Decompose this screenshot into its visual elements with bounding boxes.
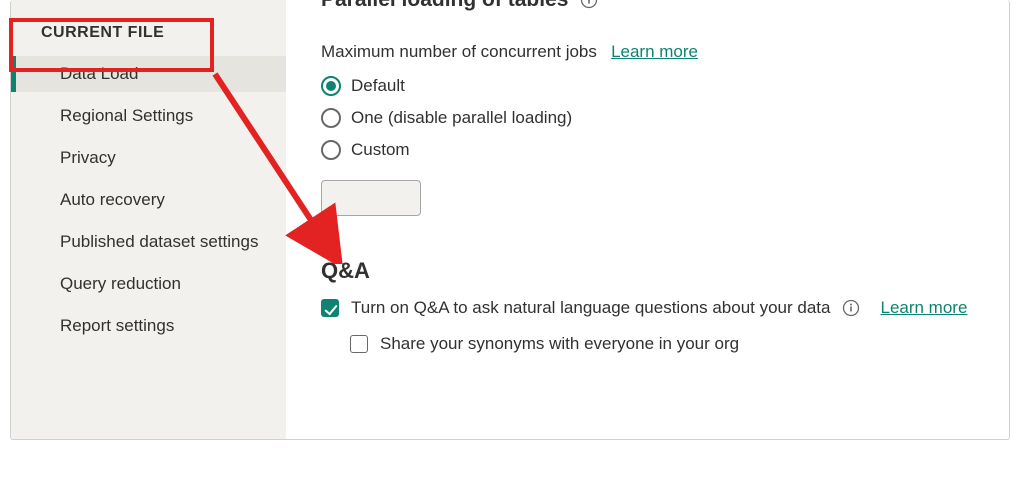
sidebar-item-label: Query reduction — [60, 274, 181, 293]
sidebar-item-regional-settings[interactable]: Regional Settings — [11, 98, 286, 134]
sidebar-item-label: Regional Settings — [60, 106, 193, 125]
sidebar-item-data-load[interactable]: Data Load — [11, 56, 286, 92]
max-concurrent-jobs-label: Maximum number of concurrent jobs Learn … — [321, 42, 698, 62]
sidebar-section-header: CURRENT FILE — [11, 10, 286, 56]
parallel-loading-heading: Parallel loading of tables — [321, 0, 598, 12]
radio-label: One (disable parallel loading) — [351, 108, 572, 128]
radio-default[interactable]: Default — [321, 76, 572, 96]
sidebar: CURRENT FILE Data Load Regional Settings… — [11, 0, 286, 439]
sidebar-item-label: Auto recovery — [60, 190, 165, 209]
sidebar-item-label: Data Load — [60, 64, 138, 83]
info-icon[interactable] — [842, 299, 860, 317]
sidebar-item-label: Privacy — [60, 148, 116, 167]
learn-more-link-parallel[interactable]: Learn more — [611, 42, 698, 61]
radio-icon — [321, 108, 341, 128]
sidebar-item-report-settings[interactable]: Report settings — [11, 308, 286, 344]
custom-jobs-input[interactable] — [321, 180, 421, 216]
radio-icon — [321, 140, 341, 160]
info-icon[interactable] — [580, 0, 598, 9]
radio-one[interactable]: One (disable parallel loading) — [321, 108, 572, 128]
sidebar-item-label: Published dataset settings — [60, 232, 258, 251]
qa-enable-label: Turn on Q&A to ask natural language ques… — [351, 298, 830, 318]
sidebar-item-query-reduction[interactable]: Query reduction — [11, 266, 286, 302]
learn-more-link-qa[interactable]: Learn more — [880, 298, 967, 318]
sidebar-item-label: Report settings — [60, 316, 174, 335]
radio-custom[interactable]: Custom — [321, 140, 572, 160]
radio-label: Default — [351, 76, 405, 96]
concurrent-jobs-radio-group: Default One (disable parallel loading) C… — [321, 76, 572, 172]
qa-enable-checkbox[interactable] — [321, 299, 339, 317]
sidebar-item-privacy[interactable]: Privacy — [11, 140, 286, 176]
sidebar-item-published-dataset-settings[interactable]: Published dataset settings — [11, 224, 286, 260]
qa-heading: Q&A — [321, 258, 370, 284]
radio-icon — [321, 76, 341, 96]
qa-share-synonyms-checkbox[interactable] — [350, 335, 368, 353]
sidebar-item-auto-recovery[interactable]: Auto recovery — [11, 182, 286, 218]
radio-label: Custom — [351, 140, 410, 160]
qa-share-synonyms-label: Share your synonyms with everyone in you… — [380, 334, 739, 354]
content-area: Parallel loading of tables Maximum numbe… — [321, 0, 999, 439]
